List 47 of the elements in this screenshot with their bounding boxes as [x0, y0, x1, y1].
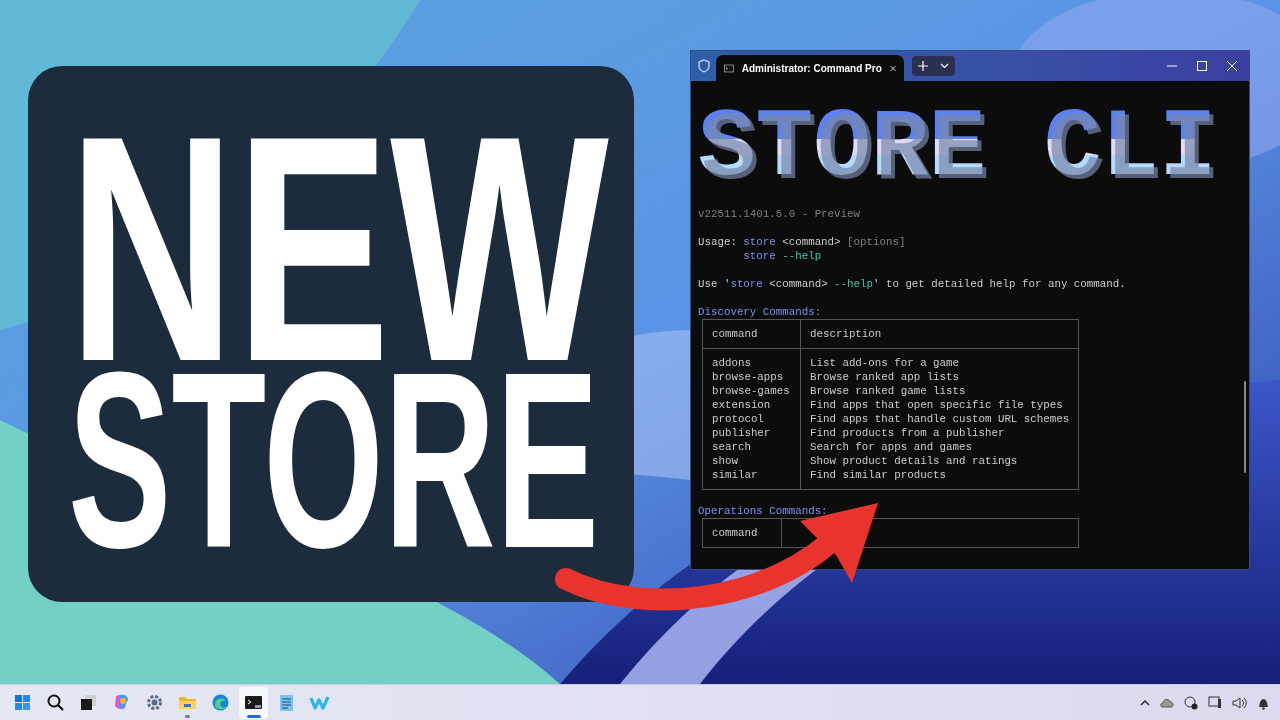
help-text: Use 'store <command> --help' to get detailed help for any command.: [698, 278, 1126, 290]
taskbar-button[interactable]: [239, 686, 268, 719]
close-icon[interactable]: [889, 63, 896, 73]
column-header: description: [810, 328, 882, 340]
tab-title: Administrator: Command Pro: [741, 62, 882, 74]
table-cell: protocol: [712, 413, 764, 425]
speaker-icon[interactable]: [1232, 696, 1247, 709]
close-icon[interactable]: [1227, 61, 1237, 71]
table-cell: Search for apps and games: [810, 441, 972, 453]
column-header: command: [712, 527, 758, 539]
terminal-icon: [724, 62, 734, 74]
table-cell: Find similar products: [810, 469, 947, 481]
table-cell: browse-apps: [712, 371, 784, 383]
table-cell: extension: [712, 399, 771, 411]
table-cell: Find apps that open specific file types: [810, 399, 1063, 411]
table-cell: similar: [712, 469, 758, 481]
maximize-icon[interactable]: [1197, 61, 1207, 71]
monitor-icon[interactable]: [1208, 696, 1222, 709]
help-text: store --help: [743, 250, 822, 262]
table-cell: show: [712, 455, 738, 467]
table-cell: Find products from a publisher: [810, 427, 1005, 439]
shield-icon[interactable]: [698, 59, 710, 73]
settings-icon: [144, 692, 165, 713]
table-cell: Show product details and ratings: [810, 455, 1018, 467]
section-heading: Operations Commands:: [698, 505, 828, 517]
table-cell: publisher: [712, 427, 771, 439]
browser-icon: [210, 692, 231, 713]
chevron-up-icon[interactable]: [1140, 699, 1150, 706]
scrollbar[interactable]: [1244, 381, 1246, 473]
search-icon: [45, 692, 66, 713]
chevron-down-icon[interactable]: [940, 63, 949, 69]
column-header: command: [712, 328, 758, 340]
version-text: v22511.1401.5.0 - Preview: [698, 208, 860, 220]
table-cell: Browse ranked app lists: [810, 371, 960, 383]
table-cell: Browse ranked game lists: [810, 385, 966, 397]
section-heading: Discovery Commands:: [698, 306, 822, 318]
table-cell: search: [712, 441, 751, 453]
plus-icon[interactable]: [918, 61, 928, 71]
help-text: Usage: store <command> [options]: [698, 236, 906, 248]
start-icon: [12, 692, 33, 713]
terminal-tab[interactable]: Administrator: Command Pro: [716, 55, 904, 81]
task-view-icon: [78, 692, 99, 713]
table-cell: addons: [712, 357, 751, 369]
table-cell: Find apps that handle custom URL schemes: [810, 413, 1070, 425]
table-cell: List add-ons for a game: [810, 357, 960, 369]
table-cell: browse-games: [712, 385, 790, 397]
cloud-icon[interactable]: [1160, 697, 1174, 708]
